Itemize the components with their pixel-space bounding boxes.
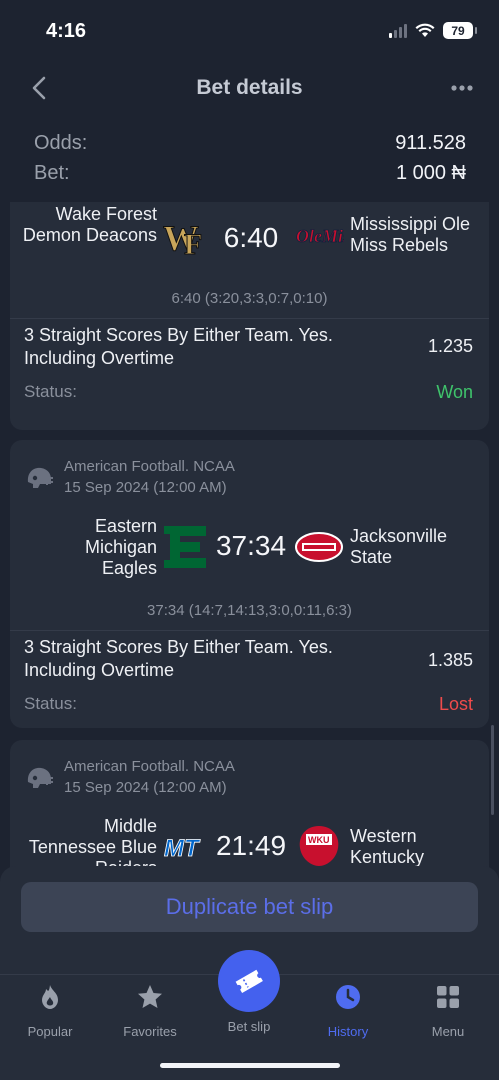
svg-text:OleMiss: OleMiss (296, 226, 344, 246)
match-row: Eastern Michigan Eagles 37:34 Jacksonvil… (10, 516, 489, 586)
tab-menu[interactable]: Menu (398, 983, 498, 1039)
home-indicator (160, 1063, 340, 1068)
team-home: Wake Forest Demon Deacons (22, 204, 157, 245)
status-lost: Lost (438, 694, 473, 714)
match-date: 15 Sep 2024 (12:00 AM) (64, 479, 227, 496)
odds-value: 911.528 (395, 131, 466, 154)
market-odd: 1.235 (427, 336, 473, 356)
team-away: Jacksonville State (350, 526, 448, 567)
detail-score: 37:34 (14:7,14:13,3:0,0:11,6:3) (147, 602, 352, 619)
league-header: American Football. NCAA 15 Sep 2024 (12:… (24, 756, 235, 798)
tab-label: Favorites (123, 1024, 177, 1039)
divider (10, 318, 489, 319)
football-helmet-icon (27, 767, 53, 788)
tab-label: Popular (27, 1024, 73, 1039)
ole-miss-logo: OleMiss (296, 226, 344, 247)
status-bar: 4:16 79 (0, 0, 499, 60)
bet-card: American Football. NCAA 15 Sep 2024 (12:… (10, 740, 489, 874)
middle-tennessee-logo: MT (164, 835, 202, 863)
odds-row: Odds: 911.528 (34, 128, 466, 158)
match-score: 37:34 (215, 530, 287, 561)
divider (10, 630, 489, 631)
status-icons: 79 (389, 22, 477, 39)
detail-score: 6:40 (3:20,3:3,0:7,0:10) (171, 290, 328, 307)
status-time: 4:16 (46, 20, 87, 42)
bet-label: Bet: (34, 161, 70, 184)
status-label: Status: (24, 382, 77, 401)
team-home: Eastern Michigan Eagles (84, 516, 157, 578)
duplicate-bet-slip-button[interactable]: Duplicate bet slip (21, 882, 478, 932)
status-label: Status: (24, 694, 77, 713)
bet-slip-fab-button[interactable] (218, 950, 280, 1012)
bet-value: 1 000 ₦ (395, 161, 466, 184)
clock-icon (336, 985, 360, 1009)
tab-label: Menu (431, 1024, 465, 1039)
team-away: Mississippi Ole Miss Rebels (350, 214, 471, 255)
bet-row: Bet: 1 000 ₦ (34, 158, 466, 188)
jacksonville-state-logo (295, 532, 343, 562)
status-won: Won (436, 382, 473, 402)
tab-favorites[interactable]: Favorites (100, 983, 200, 1039)
odds-label: Odds: (34, 131, 88, 154)
western-kentucky-logo: WKU (299, 826, 339, 866)
league-header: American Football. NCAA 15 Sep 2024 (12:… (24, 456, 235, 498)
svg-text:F: F (184, 228, 202, 258)
bet-card: Wake Forest Demon Deacons W F 6:40 OleMi… (10, 202, 489, 430)
market-odd: 1.385 (427, 650, 473, 670)
tab-label: History (327, 1024, 369, 1039)
bet-summary: Odds: 911.528 Bet: 1 000 ₦ (34, 128, 466, 188)
tab-label: Bet slip (227, 1019, 271, 1034)
match-date: 15 Sep 2024 (12:00 AM) (64, 779, 227, 796)
page-title: Bet details (196, 76, 303, 99)
flame-icon (42, 985, 58, 1009)
match-score: 6:40 (223, 222, 279, 253)
bet-list[interactable]: Wake Forest Demon Deacons W F 6:40 OleMi… (0, 202, 499, 874)
wake-forest-logo: W F (163, 218, 203, 259)
football-helmet-icon (27, 467, 53, 488)
tab-history[interactable]: History (298, 983, 398, 1039)
bet-card: American Football. NCAA 15 Sep 2024 (12:… (10, 440, 489, 728)
eastern-michigan-logo (164, 526, 206, 568)
match-score: 21:49 (215, 830, 287, 861)
match-row: Wake Forest Demon Deacons W F 6:40 OleMi… (10, 204, 489, 288)
market-name: 3 Straight Scores By Either Team. Yes. I… (24, 325, 333, 368)
battery-icon: 79 (443, 22, 477, 39)
scrollbar[interactable] (491, 725, 494, 815)
svg-text:WKU: WKU (308, 835, 330, 845)
league-name: American Football. NCAA (64, 458, 235, 475)
signal-icon (389, 23, 407, 38)
nav-bar: Bet details (0, 66, 499, 110)
tab-popular[interactable]: Popular (0, 983, 100, 1039)
svg-text:MT: MT (164, 835, 201, 862)
ticket-icon (235, 969, 263, 994)
league-name: American Football. NCAA (64, 758, 235, 775)
wifi-icon (415, 23, 435, 37)
more-horizontal-icon[interactable] (449, 76, 475, 100)
star-icon (138, 985, 162, 1008)
grid-icon (437, 986, 459, 1008)
market-name: 3 Straight Scores By Either Team. Yes. I… (24, 637, 333, 680)
